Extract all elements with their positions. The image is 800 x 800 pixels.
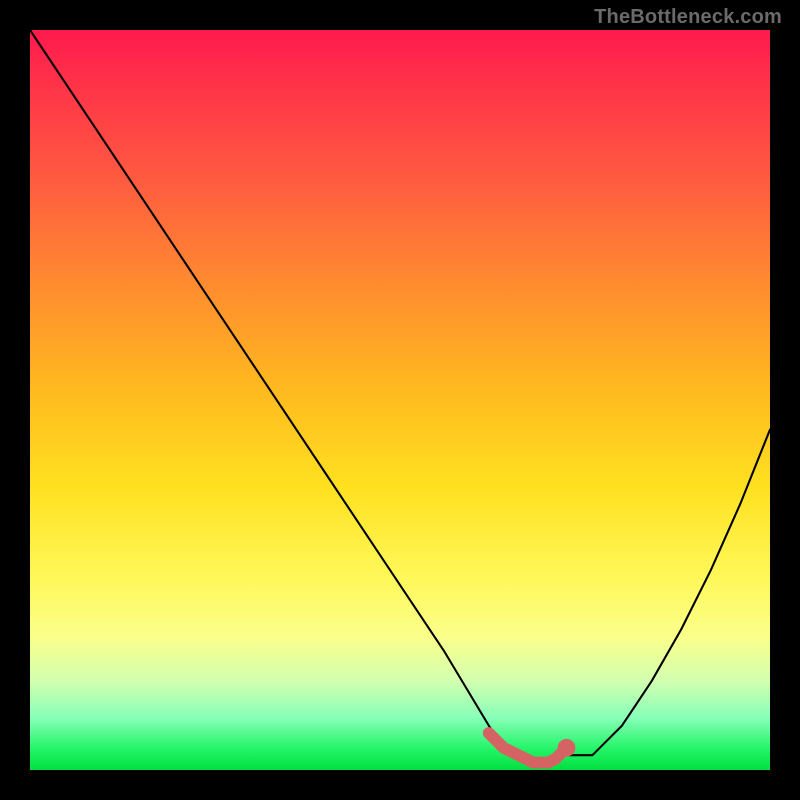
chart-root: TheBottleneck.com [0, 0, 800, 800]
optimal-dot [558, 739, 576, 757]
chart-svg [30, 30, 770, 770]
watermark-text: TheBottleneck.com [594, 6, 782, 29]
plot-area [30, 30, 770, 770]
optimal-segment-path [489, 733, 567, 763]
bottleneck-curve-path [30, 30, 770, 763]
